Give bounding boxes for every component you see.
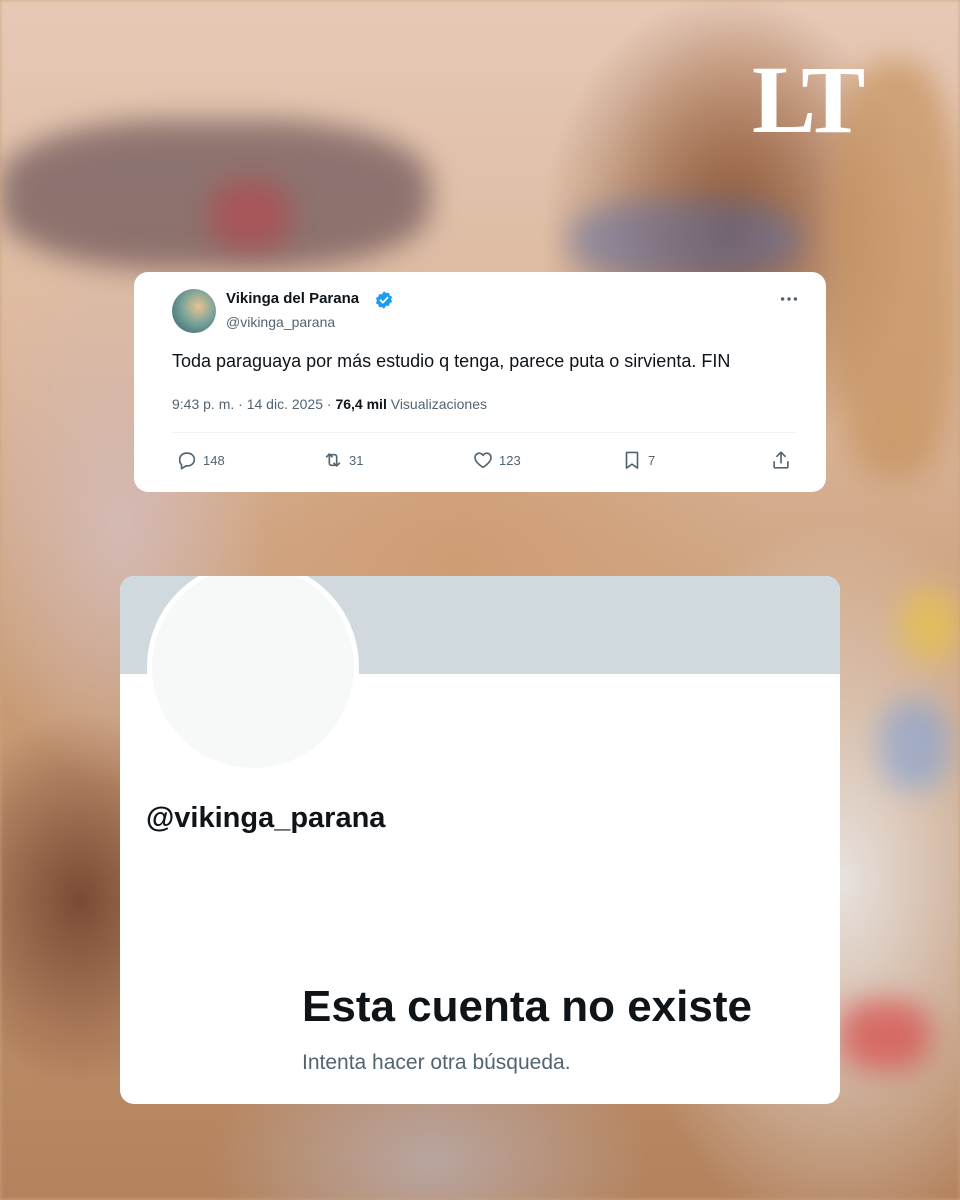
tweet-card: Vikinga del Parana @vikinga_parana Toda … (134, 272, 826, 492)
lt-logo: LT (752, 46, 865, 153)
like-button[interactable]: 123 (472, 448, 521, 472)
views-label: Visualizaciones (390, 396, 487, 412)
author-name[interactable]: Vikinga del Parana (226, 290, 359, 307)
bookmark-button[interactable]: 7 (621, 448, 655, 472)
empty-state-title: Esta cuenta no existe (302, 982, 752, 1031)
meta-separator: · (238, 396, 243, 412)
retweet-button[interactable]: 31 (322, 448, 363, 472)
profile-handle: @vikinga_parana (146, 802, 386, 834)
reply-button[interactable]: 148 (176, 448, 225, 472)
verified-badge-icon (375, 291, 393, 309)
more-icon[interactable] (778, 288, 800, 310)
profile-card: @vikinga_parana Esta cuenta no existe In… (120, 576, 840, 1104)
reply-count: 148 (203, 452, 225, 468)
share-icon (773, 451, 789, 469)
heart-icon (474, 452, 492, 469)
author-avatar[interactable] (172, 289, 216, 333)
profile-avatar-placeholder (147, 576, 359, 773)
tweet-date[interactable]: 14 dic. 2025 (247, 396, 323, 412)
bookmark-count: 7 (648, 452, 656, 468)
retweet-icon (325, 453, 341, 467)
divider (172, 432, 796, 433)
retweet-count: 31 (349, 452, 364, 468)
tweet-meta: 9:43 p. m. · 14 dic. 2025 · 76,4 mil Vis… (172, 396, 487, 412)
tweet-text: Toda paraguaya por más estudio q tenga, … (172, 351, 731, 371)
share-button[interactable] (770, 448, 792, 472)
bookmark-icon (625, 451, 639, 469)
meta-separator: · (326, 396, 332, 412)
tweet-time[interactable]: 9:43 p. m. (172, 396, 234, 412)
like-count: 123 (499, 452, 521, 468)
author-handle[interactable]: @vikinga_parana (226, 314, 335, 330)
views-count: 76,4 mil (335, 396, 387, 412)
reply-icon (178, 452, 196, 470)
empty-state-subtitle: Intenta hacer otra búsqueda. (302, 1051, 571, 1074)
